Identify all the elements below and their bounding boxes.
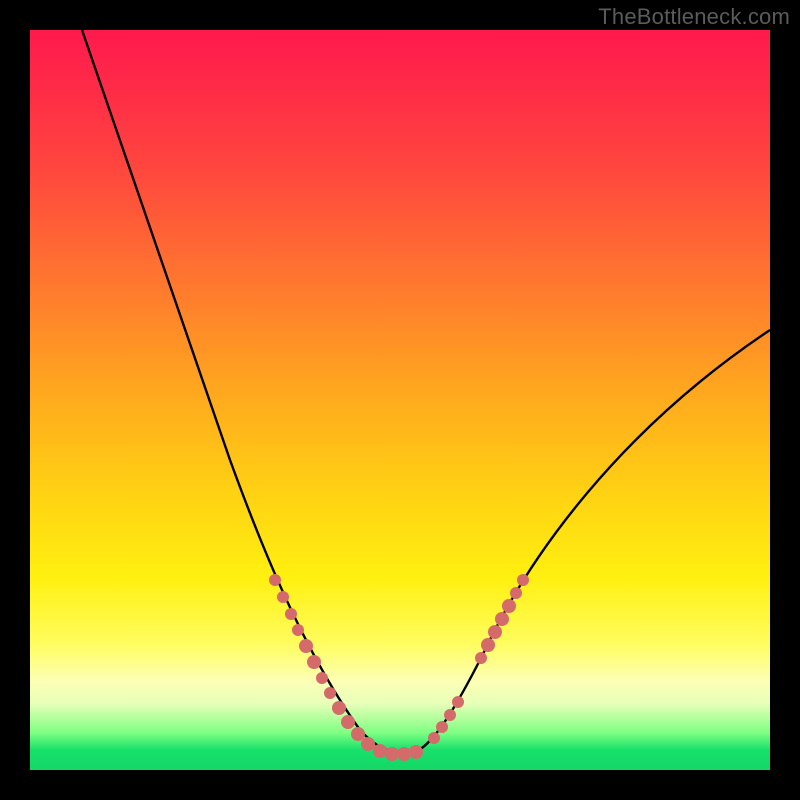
curve-layer — [30, 30, 770, 770]
bottleneck-curve — [82, 30, 770, 753]
watermark-text: TheBottleneck.com — [598, 4, 790, 30]
marker-cluster-right — [428, 574, 529, 744]
chart-frame: TheBottleneck.com — [0, 0, 800, 800]
plot-area — [30, 30, 770, 770]
marker-cluster-left — [269, 574, 423, 761]
